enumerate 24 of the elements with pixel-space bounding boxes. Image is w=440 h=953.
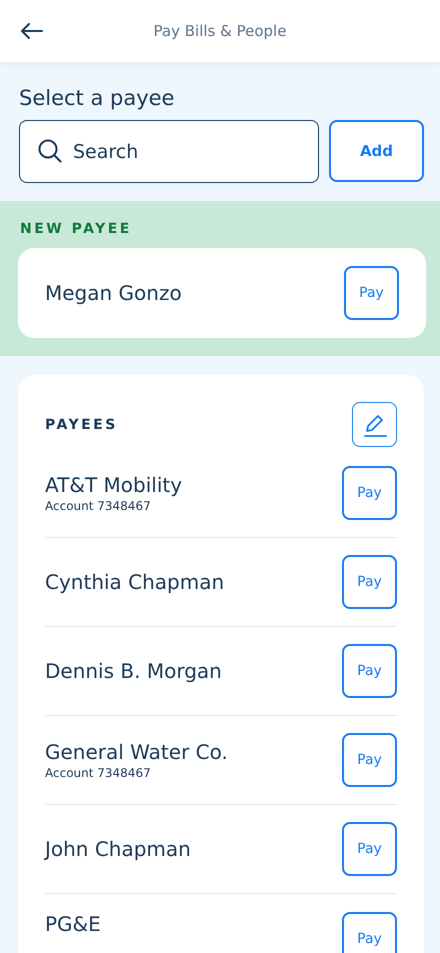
section-label: PAYEES bbox=[45, 416, 118, 432]
pay-button[interactable]: Pay bbox=[342, 733, 397, 787]
pay-button[interactable]: Pay bbox=[344, 266, 399, 320]
payee-name: PG&E bbox=[45, 912, 101, 936]
pay-button[interactable]: Pay bbox=[342, 466, 397, 520]
payee-name: Megan Gonzo bbox=[45, 281, 182, 305]
pay-button[interactable]: Pay bbox=[342, 912, 397, 953]
payee-name: General Water Co. bbox=[45, 740, 228, 764]
pay-button[interactable]: Pay bbox=[342, 644, 397, 698]
account-number: Account 7348467 bbox=[45, 766, 152, 780]
pay-button[interactable]: Pay bbox=[342, 822, 397, 876]
add-button[interactable]: Add bbox=[329, 120, 424, 182]
back-arrow-icon bbox=[21, 23, 43, 39]
payee-name: Cynthia Chapman bbox=[45, 570, 224, 594]
payee-name: Dennis B. Morgan bbox=[45, 659, 222, 683]
search-field[interactable]: Search bbox=[19, 120, 319, 183]
payee-name: John Chapman bbox=[45, 837, 191, 861]
pay-button[interactable]: Pay bbox=[342, 555, 397, 609]
section-label: NEW PAYEE bbox=[19, 221, 133, 237]
payee-name: AT&T Mobility bbox=[45, 473, 182, 497]
account-number: Account 7348467 bbox=[45, 499, 152, 513]
section-heading: Select a payee bbox=[19, 86, 176, 110]
edit-button[interactable] bbox=[352, 402, 397, 447]
screen-title: Pay Bills & People bbox=[152, 22, 288, 40]
